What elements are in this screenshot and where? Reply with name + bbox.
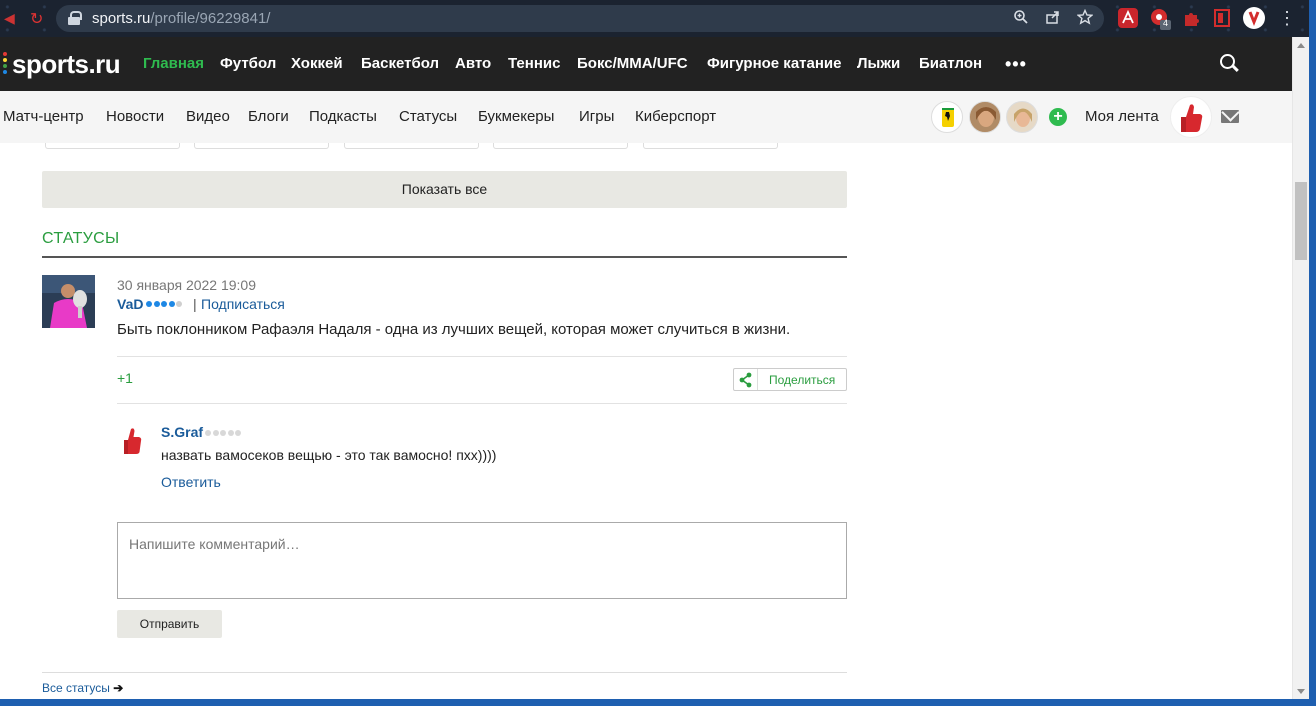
status-date: 30 января 2022 19:09: [117, 277, 257, 293]
share-button-label: Поделиться: [769, 373, 836, 387]
pdf-extension-icon[interactable]: [1118, 8, 1138, 28]
url-host: sports.ru: [92, 10, 151, 27]
mail-icon[interactable]: [1221, 110, 1239, 123]
share-icon: [734, 369, 758, 390]
subnav-item-games[interactable]: Игры: [579, 108, 614, 125]
topnav-item-figure-skating[interactable]: Фигурное катание: [707, 55, 841, 72]
reload-icon[interactable]: ↻: [30, 9, 43, 29]
scroll-up-icon[interactable]: [1297, 43, 1305, 48]
subnav-item-esports[interactable]: Киберспорт: [635, 108, 716, 125]
all-statuses-label: Все статусы: [42, 681, 110, 695]
subnav-item-podcasts[interactable]: Подкасты: [309, 108, 377, 125]
top-navigation: sports.ru Главная Футбол Хоккей Баскетбо…: [0, 37, 1292, 91]
reader-extension-icon[interactable]: [1213, 8, 1233, 28]
browser-chrome: ◀ ↻ sports.ru/profile/96229841/ 4 ⋮: [0, 0, 1316, 37]
show-all-button[interactable]: Показать все: [42, 171, 847, 208]
topnav-item-basketball[interactable]: Баскетбол: [361, 55, 439, 72]
subnav-item-bookmakers[interactable]: Букмекеры: [478, 108, 554, 125]
url-path: /profile/96229841/: [150, 10, 271, 27]
status-author-avatar[interactable]: [42, 275, 95, 328]
topnav-item-tennis[interactable]: Теннис: [508, 55, 560, 72]
url-text[interactable]: sports.ru/profile/96229841/: [92, 10, 270, 27]
status-divider: [117, 403, 847, 404]
back-arrow-icon[interactable]: ◀: [4, 10, 22, 28]
browser-menu-icon[interactable]: ⋮: [1278, 9, 1296, 27]
my-feed-link[interactable]: Моя лента: [1085, 108, 1159, 125]
extension-badge-count: 4: [1163, 18, 1169, 28]
section-title-statuses: СТАТУСЫ: [42, 230, 120, 247]
partial-tab[interactable]: [493, 143, 628, 149]
topnav-item-football[interactable]: Футбол: [220, 55, 276, 72]
send-button[interactable]: Отправить: [117, 610, 222, 638]
separator: |: [193, 296, 197, 312]
user-avatar-thumbs-up[interactable]: [1170, 96, 1212, 138]
partial-tab[interactable]: [45, 143, 180, 149]
subnav-item-news[interactable]: Новости: [106, 108, 164, 125]
topnav-item-main[interactable]: Главная: [143, 55, 204, 72]
partial-tab[interactable]: [194, 143, 329, 149]
lock-icon[interactable]: [68, 11, 82, 25]
scroll-down-icon[interactable]: [1297, 689, 1305, 694]
page-scrollbar[interactable]: [1292, 37, 1309, 699]
comment-author-avatar[interactable]: [118, 426, 148, 460]
status-divider: [117, 356, 847, 357]
comment-author-rating: [205, 430, 243, 438]
all-statuses-link[interactable]: Все статусы ➔: [42, 681, 123, 695]
scrollbar-thumb[interactable]: [1295, 182, 1307, 260]
profile-avatar-icon[interactable]: [1243, 7, 1265, 29]
status-text: Быть поклонником Рафаэля Надаля - одна и…: [117, 321, 791, 338]
reply-link[interactable]: Ответить: [161, 474, 221, 490]
subnav-item-match-center[interactable]: Матч-центр: [3, 108, 84, 125]
subnav-item-statuses[interactable]: Статусы: [399, 108, 457, 125]
arrow-right-icon: ➔: [113, 681, 124, 695]
bookmark-star-icon[interactable]: [1076, 8, 1094, 27]
extension-badge-icon[interactable]: 4: [1150, 8, 1171, 30]
window-border: [1309, 0, 1316, 706]
ferrari-logo-icon[interactable]: [931, 101, 963, 133]
subnav-item-video[interactable]: Видео: [186, 108, 230, 125]
partial-tab[interactable]: [643, 143, 778, 149]
status-likes-count[interactable]: +1: [117, 370, 133, 386]
zoom-icon[interactable]: [1012, 9, 1030, 27]
section-divider: [42, 672, 847, 673]
comment-text: назвать вамосеков вещью - это так вамосн…: [161, 447, 497, 463]
status-author-rating: [146, 301, 184, 309]
topnav-item-biathlon[interactable]: Биатлон: [919, 55, 982, 72]
logo-dots: [3, 52, 8, 76]
add-follow-icon[interactable]: +: [1049, 108, 1067, 126]
partial-tab[interactable]: [344, 143, 479, 149]
logo-text: sports.ru: [12, 49, 121, 79]
window-border: [0, 699, 1316, 706]
comment-author-name[interactable]: S.Graf: [161, 424, 203, 440]
topnav-item-hockey[interactable]: Хоккей: [291, 55, 343, 72]
topnav-item-skiing[interactable]: Лыжи: [857, 55, 900, 72]
puzzle-extension-icon[interactable]: [1182, 8, 1202, 28]
address-bar[interactable]: sports.ru/profile/96229841/: [56, 5, 1104, 32]
status-author-name[interactable]: VaD: [117, 296, 143, 312]
share-page-icon[interactable]: [1044, 9, 1062, 27]
subscribe-link[interactable]: Подписаться: [201, 296, 285, 312]
more-menu-icon[interactable]: •••: [1005, 54, 1027, 75]
followed-avatar-woman-2[interactable]: [1006, 101, 1038, 133]
search-icon[interactable]: [1220, 54, 1240, 74]
topnav-item-boxing[interactable]: Бокс/MMA/UFC: [577, 55, 688, 72]
section-divider: [42, 256, 847, 258]
followed-avatar-woman-1[interactable]: [969, 101, 1001, 133]
sub-navigation: Матч-центр Новости Видео Блоги Подкасты …: [0, 91, 1292, 143]
share-button[interactable]: Поделиться: [733, 368, 847, 391]
comment-input[interactable]: [117, 522, 847, 599]
subnav-item-blogs[interactable]: Блоги: [248, 108, 289, 125]
topnav-item-auto[interactable]: Авто: [455, 55, 491, 72]
